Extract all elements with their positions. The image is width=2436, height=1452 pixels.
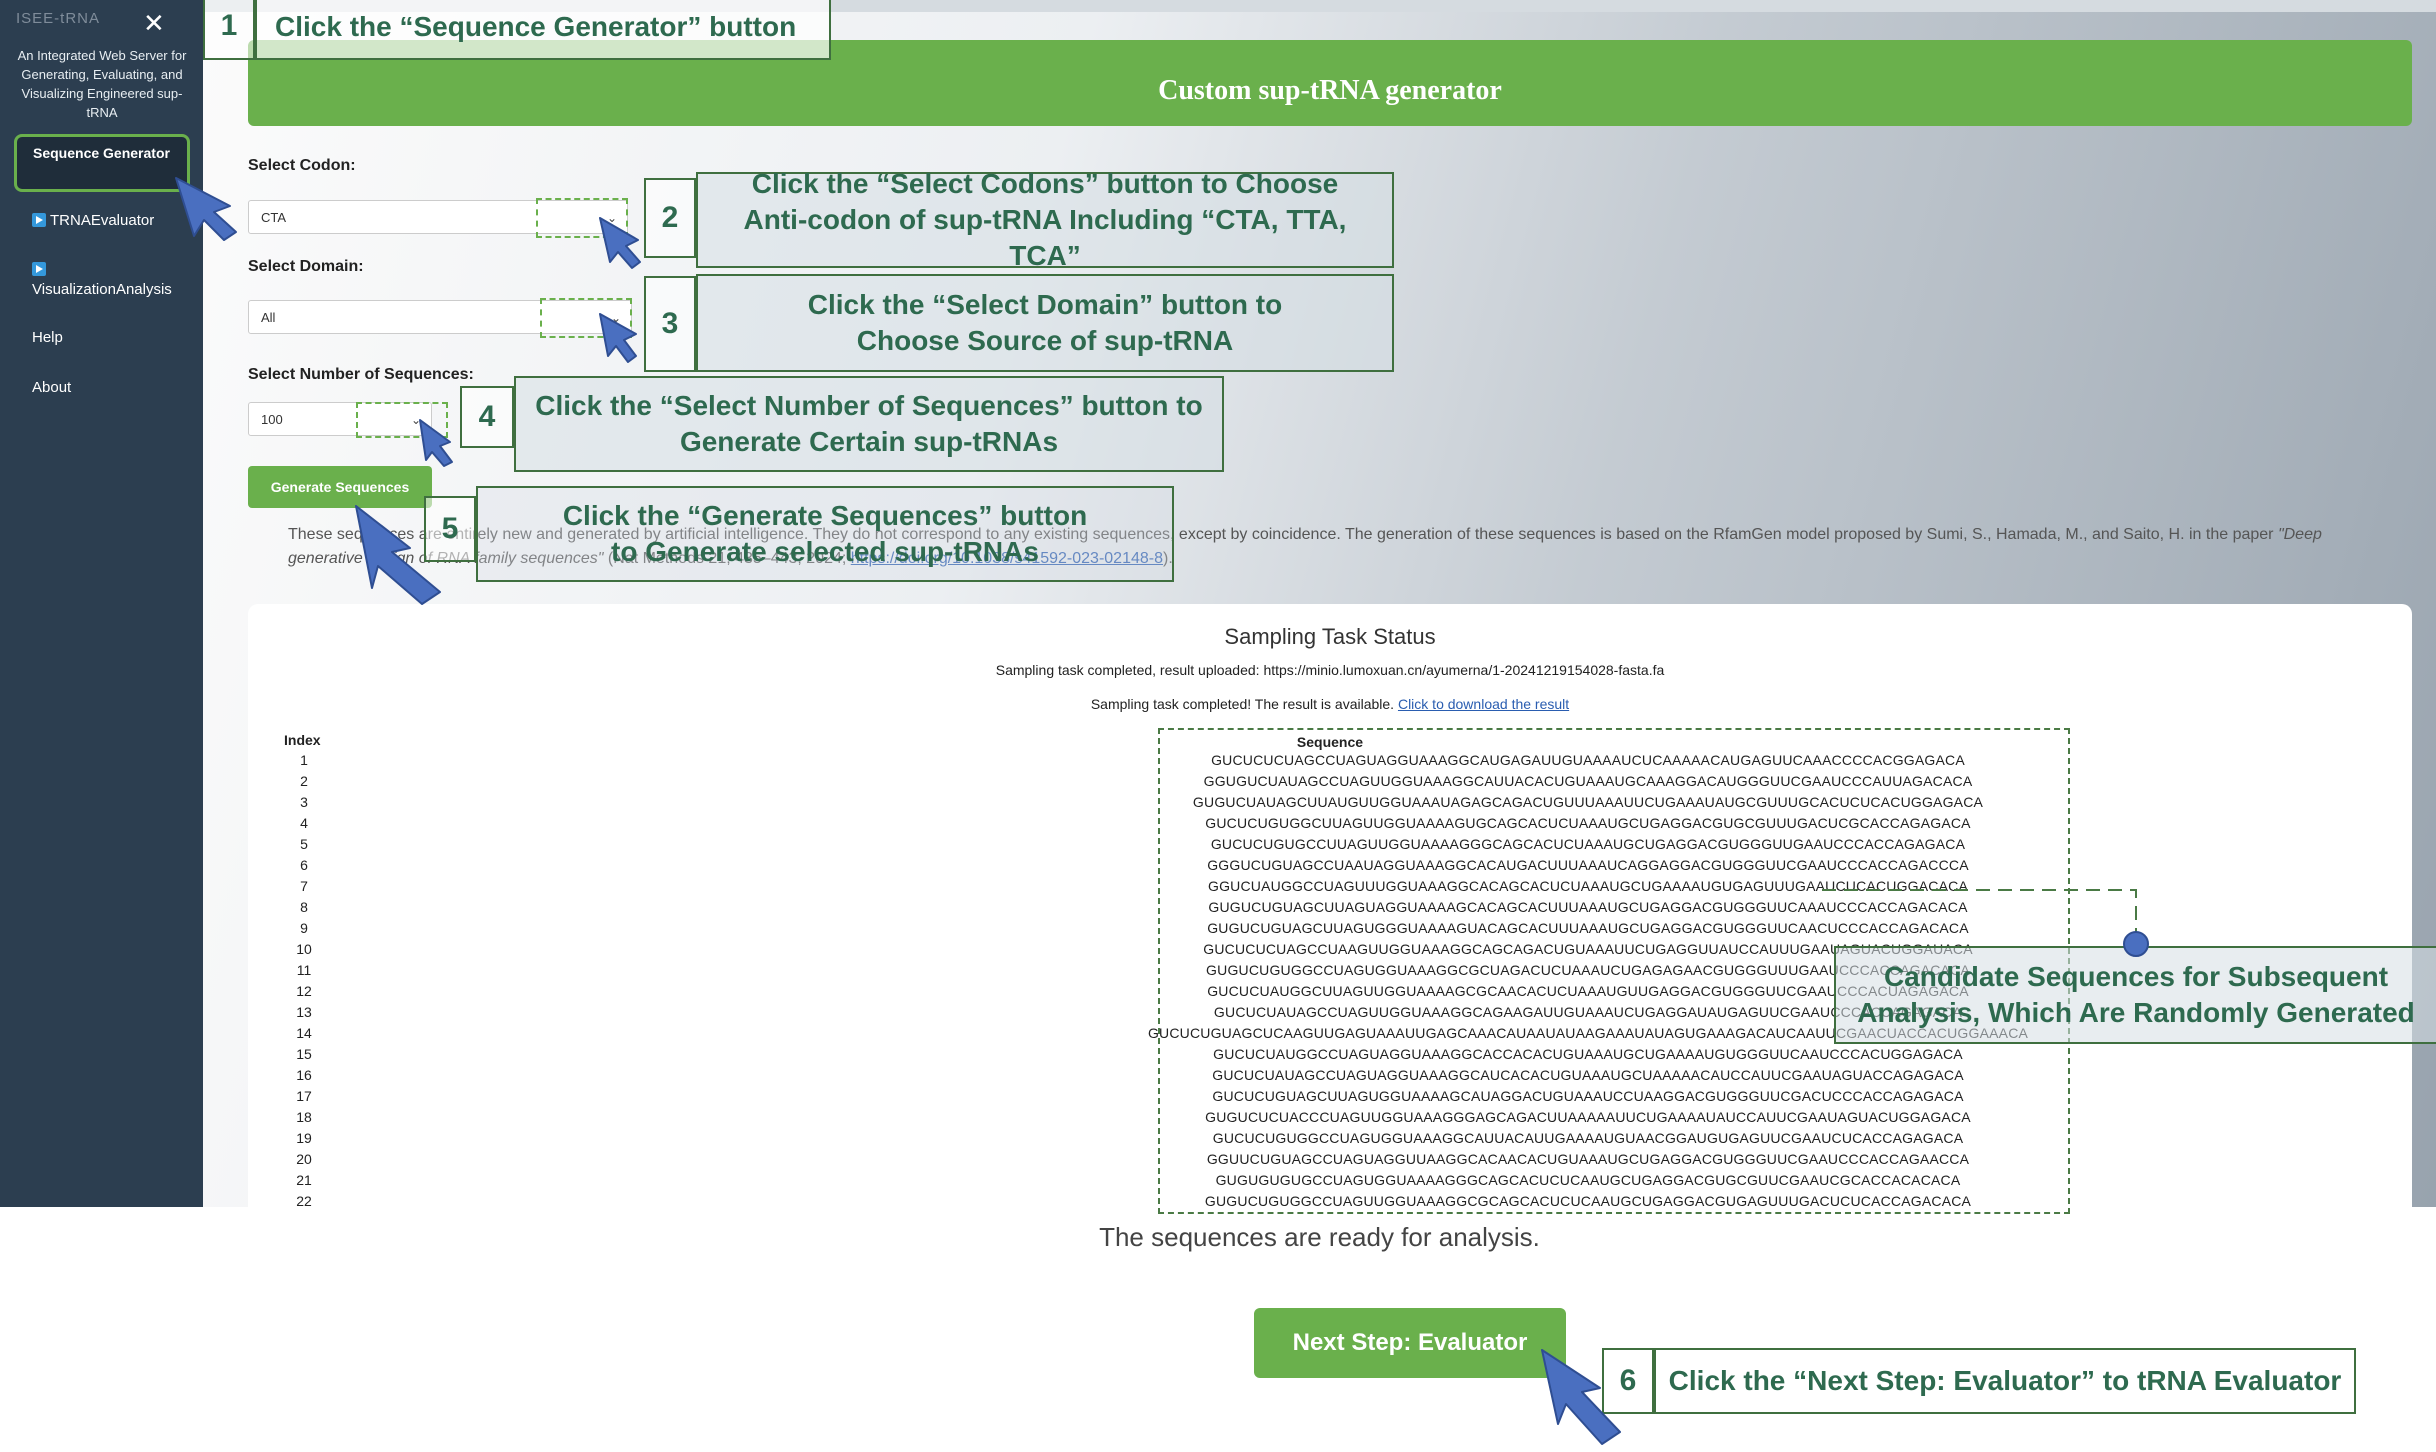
sidebar-item-label: Help — [32, 329, 63, 346]
table-row-index: 11 — [296, 962, 312, 978]
table-row-index: 20 — [296, 1151, 312, 1167]
codon-label: Select Codon: — [248, 157, 356, 174]
table-row-index: 16 — [296, 1067, 312, 1083]
table-row-sequence: GGUGUCUAUAGCCUAGUUGGUAAAGGCAUUACACUGUAAA… — [1203, 773, 1973, 789]
table-row-index: 10 — [296, 941, 312, 957]
table-row-sequence: GGGUCUGUAGCCUAAUAGGUAAAGGCACAUGACUUUAAAU… — [1207, 857, 1969, 873]
sidebar-item-label: Sequence Generator — [33, 145, 170, 161]
callout-number: 4 — [460, 386, 514, 448]
table-row-index: 22 — [296, 1193, 312, 1209]
sidebar-tagline: An Integrated Web Server for Generating,… — [17, 48, 187, 120]
table-row-sequence: GUGUGUGUGCCUAGUGGUAAAAGGGCAGCACUCUCAAUGC… — [1215, 1172, 1961, 1188]
callout-number: 2 — [644, 178, 696, 258]
table-row-index: 18 — [296, 1109, 312, 1125]
table-row-index: 15 — [296, 1046, 312, 1062]
table-row-sequence: GUGUCUGUAGCUUAGUGGGUAAAAGUACAGCACUUUAAAU… — [1207, 920, 1969, 936]
domain-dropdown-highlight — [540, 298, 632, 338]
status-uploaded: Sampling task completed, result uploaded… — [995, 662, 1665, 678]
table-row-index: 6 — [300, 857, 308, 873]
ready-text: The sequences are ready for analysis. — [1099, 1222, 1540, 1252]
status-panel: Sampling Task Status Sampling task compl… — [248, 604, 2412, 1224]
table-row-sequence: GGUUCUGUAGCCUAGUAGGUUAAGGCACAACACUGUAAAU… — [1206, 1151, 1970, 1167]
callout-text: Click the “Select Codons” button to Choo… — [696, 168, 1394, 271]
sequence-header: Sequence — [1296, 734, 1364, 750]
table-row-sequence: GGUCUAUGGCCUAGUUUGGUAAAGGCACAGCACUCUAAAU… — [1208, 878, 1968, 894]
num-label: Select Number of Sequences: — [248, 366, 474, 383]
table-row-sequence: GUCUCUGUAGCUUAGUGGUAAAAGCAUAGGACUGUAAAUC… — [1212, 1088, 1964, 1104]
table-row-sequence: GUGUCUGUAGCUUAGUAGGUAAAAGCACAGCACUUUAAAU… — [1208, 899, 1968, 915]
table-row-index: 17 — [296, 1088, 312, 1104]
close-icon[interactable]: ✕ — [143, 8, 165, 39]
callout-text: Click the “Generate Sequences” button to… — [476, 486, 1174, 582]
callout-number: 1 — [203, 0, 255, 60]
sidebar-item-trnaevaluator[interactable]: TRNAEvaluator — [32, 211, 212, 231]
callout-text: Click the “Next Step: Evaluator” to tRNA… — [1654, 1348, 2356, 1414]
generate-sequences-button[interactable]: Generate Sequences — [248, 466, 432, 508]
table-row-index: 21 — [296, 1172, 312, 1188]
table-row-index: 3 — [300, 794, 308, 810]
sidebar-item-label: TRNAEvaluator — [50, 212, 155, 229]
table-row-index: 5 — [300, 836, 308, 852]
table-row-index: 8 — [300, 899, 308, 915]
table-row-sequence: GUGUCUGUGGCCUAGUUGGUAAAGGCGCAGCACUCUCAAU… — [1204, 1193, 1972, 1209]
sidebar-item-about[interactable]: About — [32, 378, 212, 398]
table-row-index: 12 — [296, 983, 312, 999]
sidebar-item-visualization[interactable]: VisualizationAnalysis — [32, 260, 212, 300]
play-icon — [32, 213, 46, 227]
table-row-sequence: GUCUCUGUGCCUUAGUUGGUAAAAGGGCAGCACUCUAAAU… — [1210, 836, 1966, 852]
table-row-index: 4 — [300, 815, 308, 831]
play-icon — [32, 262, 46, 276]
table-row-index: 19 — [296, 1130, 312, 1146]
callout-text: Click the “Sequence Generator” button — [255, 0, 831, 60]
table-row-sequence: GUCUCUGUGGCUUAGUUGGUAAAAGUGCAGCACUCUAAAU… — [1205, 815, 1971, 831]
next-step-evaluator-button[interactable]: Next Step: Evaluator — [1254, 1308, 1566, 1378]
sidebar-item-label: About — [32, 379, 72, 396]
sidebar: ISEE-tRNA ✕ An Integrated Web Server for… — [0, 0, 203, 1207]
table-row-sequence: GUGUCUAUAGCUUAUGUUGGUAAAUAGAGCAGACUGUUUA… — [1192, 794, 1984, 810]
table-row-sequence: GUCUCUCUAGCCUAGUAGGUAAAGGCAUGAGAUUGUAAAA… — [1211, 752, 1965, 768]
table-row-sequence: GUCUCUAUAGCCUAGUAGGUAAAGGCAUCACACUGUAAAU… — [1212, 1067, 1964, 1083]
table-row-sequence: GUGUCUCUACCCUAGUUGGUAAAGGGAGCAGACUUAAAAA… — [1205, 1109, 1971, 1125]
table-row-sequence: GUCUCUAUGGCCUAGUAGGUAAAGGCACCACACUGUAAAU… — [1213, 1046, 1963, 1062]
brand-logo: ISEE-tRNA — [16, 10, 101, 27]
callout-text: Click the “Select Number of Sequences” b… — [514, 376, 1224, 472]
candidate-note: Candidate Sequences for Subsequent Analy… — [1834, 946, 2436, 1044]
status-title: Sampling Task Status — [1224, 624, 1436, 649]
callout-number: 6 — [1602, 1348, 1654, 1414]
callout-number: 3 — [644, 276, 696, 372]
sidebar-item-label: VisualizationAnalysis — [32, 281, 172, 298]
table-row-index: 14 — [296, 1025, 312, 1041]
status-available: Sampling task completed! The result is a… — [1090, 696, 1570, 712]
table-row-index: 1 — [300, 752, 308, 768]
table-row-index: 9 — [300, 920, 308, 936]
codon-value: CTA — [261, 210, 287, 225]
table-row-index: 2 — [300, 773, 308, 789]
table-row-index: 7 — [300, 878, 308, 894]
table-row-index: 13 — [296, 1004, 312, 1020]
sidebar-item-sequence-generator[interactable]: Sequence Generator — [14, 134, 190, 192]
callout-text: Click the “Select Domain” button to Choo… — [696, 274, 1394, 372]
table-row-sequence: GUCUCUGUGGCCUAGUGGUAAAGGCAUUACAUUGAAAAUG… — [1212, 1130, 1964, 1146]
sidebar-item-help[interactable]: Help — [32, 328, 212, 348]
num-dropdown-highlight — [356, 402, 448, 438]
domain-label: Select Domain: — [248, 258, 364, 275]
num-value: 100 — [261, 412, 283, 427]
callout-number: 5 — [424, 496, 476, 562]
domain-value: All — [261, 310, 276, 325]
codon-dropdown-highlight — [536, 198, 628, 238]
download-link[interactable]: Click to download the result — [1398, 696, 1569, 712]
